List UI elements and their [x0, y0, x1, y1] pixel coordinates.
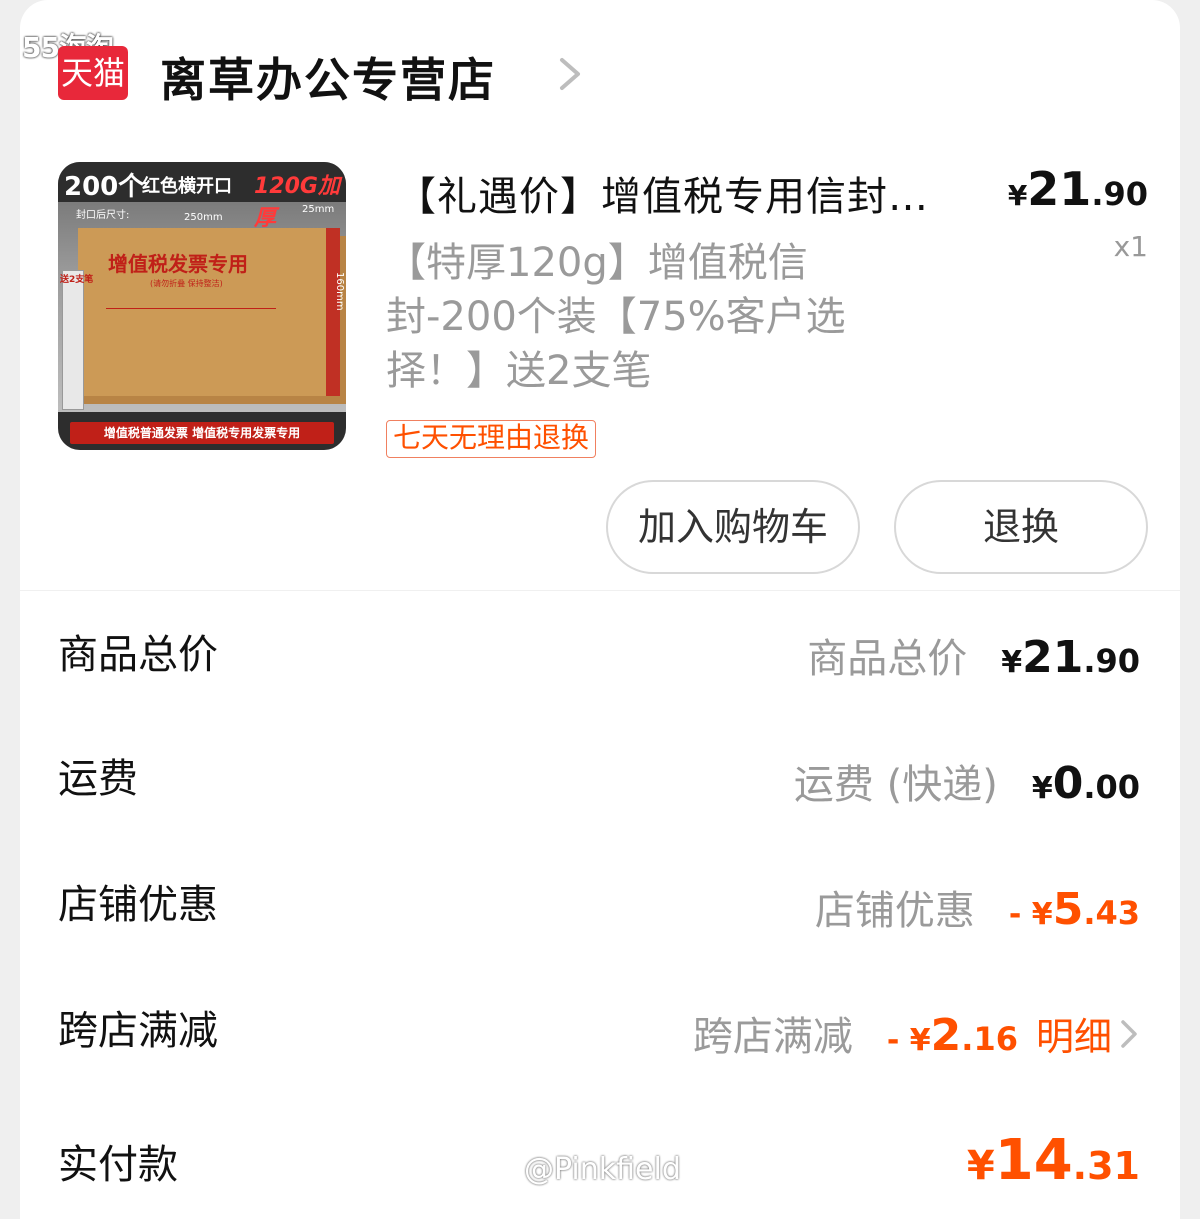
chevron-right-icon[interactable]: [552, 54, 586, 94]
cross-store-row: 跨店满减 - ¥2.16 明细: [693, 1004, 1140, 1062]
goods-total-label: 商品总价: [58, 632, 218, 678]
image-bottom-label: 增值税普通发票 增值税专用发票专用: [70, 422, 334, 444]
image-opening-label: 红色横开口: [142, 176, 232, 197]
actual-paid-amount: ¥14.31: [966, 1128, 1140, 1193]
goods-total-sublabel: 商品总价: [807, 636, 968, 682]
section-divider: [20, 590, 1180, 591]
cross-store-label: 跨店满减: [58, 1008, 218, 1054]
store-discount-row: 店铺优惠 - ¥5.43: [815, 878, 1140, 936]
image-dim-label: 封口后尺寸:: [76, 210, 130, 221]
store-discount-sublabel: 店铺优惠: [814, 888, 975, 934]
image-flap-label: 25mm: [302, 204, 335, 215]
product-image[interactable]: 200个 红色横开口 120G加厚 封口后尺寸: 250mm 25mm 增值税发…: [58, 162, 346, 450]
image-count-label: 200个: [64, 172, 145, 202]
product-price: ¥21.90: [1008, 162, 1148, 216]
price-currency: ¥: [1007, 179, 1028, 212]
image-height-label: 160mm: [334, 272, 345, 311]
watermark-bottom: @Pinkfield: [524, 1152, 681, 1187]
chevron-right-icon: [1121, 1019, 1137, 1048]
actual-paid-row: ¥14.31: [967, 1128, 1140, 1193]
store-name[interactable]: 离草办公专营店: [160, 44, 496, 110]
cross-store-amount: - ¥2.16: [886, 1010, 1018, 1061]
pens-shape: [62, 270, 84, 410]
service-tag: 七天无理由退换: [386, 420, 597, 458]
product-title[interactable]: 【礼遇价】增值税专用信封…: [396, 164, 986, 222]
product-quantity: x1: [1113, 230, 1148, 263]
image-width-label: 250mm: [184, 212, 223, 223]
shipping-row: 运费 (快递) ¥0.00: [794, 752, 1140, 810]
shipping-label: 运费: [58, 756, 138, 802]
price-integer: 21: [1027, 162, 1092, 216]
price-decimal: .90: [1091, 175, 1148, 213]
detail-label: 明细: [1035, 1015, 1112, 1059]
product-description[interactable]: 【特厚120g】增值税信封-200个装【75%客户选择！】送2支笔: [386, 236, 926, 398]
cross-store-detail-link[interactable]: 明细: [1036, 1006, 1140, 1061]
shipping-sublabel: 运费 (快递): [793, 762, 998, 808]
return-button[interactable]: 退换: [894, 480, 1148, 574]
shipping-amount: ¥0.00: [1031, 758, 1140, 809]
goods-total-row: 商品总价 ¥21.90: [807, 626, 1140, 684]
envelope-title: 增值税发票专用: [108, 252, 248, 276]
add-to-cart-button[interactable]: 加入购物车: [606, 480, 860, 574]
store-discount-label: 店铺优惠: [58, 882, 218, 928]
actual-paid-label: 实付款: [58, 1142, 178, 1188]
envelope-subtitle: (请勿折叠 保持整洁): [150, 279, 223, 288]
cross-store-sublabel: 跨店满减: [692, 1014, 853, 1060]
pens-label: 送2支笔: [60, 275, 94, 285]
image-weight-label: 120G加厚: [254, 174, 340, 231]
goods-total-amount: ¥21.90: [1001, 632, 1140, 683]
envelope-line: [106, 308, 276, 309]
tmall-logo: 天猫: [58, 46, 128, 100]
store-discount-amount: - ¥5.43: [1008, 884, 1140, 935]
